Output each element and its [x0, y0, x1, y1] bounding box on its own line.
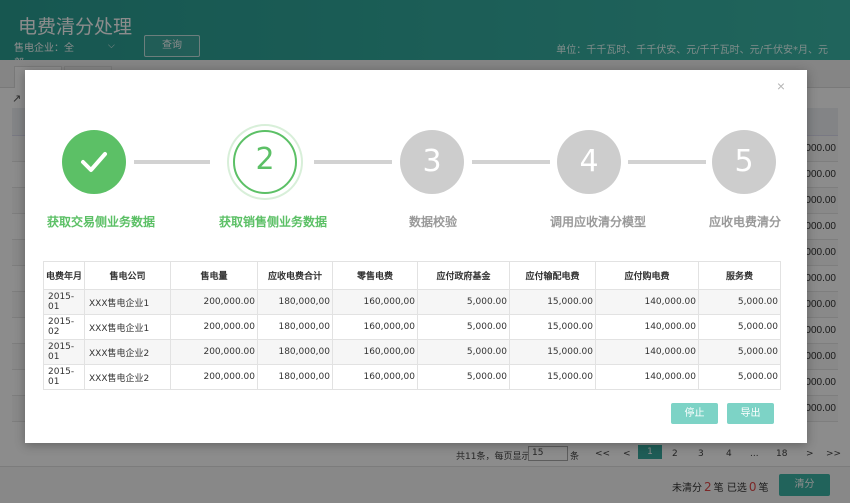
- stop-button[interactable]: 停止: [671, 403, 718, 424]
- table-cell: 140,000.00: [595, 289, 699, 315]
- table-cell: XXX售电企业2: [84, 364, 171, 390]
- table-header-cell: 电费年月: [43, 261, 85, 290]
- table-cell: 180,000,00: [257, 314, 333, 340]
- table-cell: 160,000,00: [332, 339, 418, 365]
- table-row: 2015-01 XXX售电企业2 200,000.00 180,000,00 160,0…: [43, 339, 781, 365]
- table-cell: 200,000.00: [170, 289, 258, 315]
- step-3-circle: 3: [400, 130, 464, 194]
- table-header-cell: 售电公司: [84, 261, 171, 290]
- table-cell: 140,000.00: [595, 364, 699, 390]
- table-cell: 5,000.00: [698, 339, 781, 365]
- step-2-circle: 2: [233, 130, 297, 194]
- table-cell: 2015-01: [43, 339, 85, 365]
- table-header-cell: 应付购电费: [595, 261, 699, 290]
- step-connector-2: [314, 160, 392, 164]
- table-cell: 200,000.00: [170, 364, 258, 390]
- table-cell: XXX售电企业2: [84, 339, 171, 365]
- step-4-circle: 4: [557, 130, 621, 194]
- table-cell: 2015-01: [43, 364, 85, 390]
- table-cell: 5,000.00: [698, 364, 781, 390]
- step-4-label: 调用应收清分模型: [550, 215, 647, 229]
- step-connector-1: [134, 160, 210, 164]
- billing-data-table: 电费年月 售电公司 售电量 应收电费合计 零售电费 应付政府基金 应付输配电费 应付购电费 服务…: [43, 261, 781, 390]
- table-cell: 15,000.00: [509, 364, 596, 390]
- table-cell: 200,000.00: [170, 314, 258, 340]
- table-cell: 15,000.00: [509, 289, 596, 315]
- table-cell: 5,000.00: [698, 289, 781, 315]
- table-cell: 140,000.00: [595, 339, 699, 365]
- export-button[interactable]: 导出: [727, 403, 774, 424]
- table-cell: 5,000.00: [417, 289, 510, 315]
- table-cell: 160,000,00: [332, 314, 418, 340]
- table-header-cell: 零售电费: [332, 261, 418, 290]
- step-1-label: 获取交易侧业务数据: [47, 215, 156, 229]
- table-cell: XXX售电企业1: [84, 314, 171, 340]
- table-cell: 5,000.00: [698, 314, 781, 340]
- step-connector-3: [472, 160, 550, 164]
- table-header-cell: 售电量: [170, 261, 258, 290]
- table-row: 2015-01 XXX售电企业1 200,000.00 180,000,00 160,0…: [43, 289, 781, 315]
- table-cell: 140,000.00: [595, 314, 699, 340]
- step-1-circle: [62, 130, 126, 194]
- table-cell: 180,000,00: [257, 364, 333, 390]
- table-cell: 2015-01: [43, 289, 85, 315]
- table-cell: 15,000.00: [509, 339, 596, 365]
- table-header-cell: 应收电费合计: [257, 261, 333, 290]
- table-cell: 2015-02: [43, 314, 85, 340]
- step-5-circle: 5: [712, 130, 776, 194]
- table-row: 2015-02 XXX售电企业1 200,000.00 180,000,00 160,0…: [43, 314, 781, 340]
- clearing-progress-dialog: × 获取交易侧业务数据 2 获取销售侧业务数据 3 数据校验 4 调用应收清分模…: [25, 70, 807, 443]
- table-cell: 160,000,00: [332, 289, 418, 315]
- table-header-cell: 应付政府基金: [417, 261, 510, 290]
- table-cell: 160,000,00: [332, 364, 418, 390]
- step-connector-4: [628, 160, 706, 164]
- table-cell: 5,000.00: [417, 314, 510, 340]
- table-cell: 180,000,00: [257, 289, 333, 315]
- table-header-cell: 应付输配电费: [509, 261, 596, 290]
- step-2-label: 获取销售侧业务数据: [219, 215, 328, 229]
- table-row: 2015-01 XXX售电企业2 200,000.00 180,000,00 160,0…: [43, 364, 781, 390]
- table-cell: 5,000.00: [417, 364, 510, 390]
- table-cell: 180,000,00: [257, 339, 333, 365]
- table-header-row: 电费年月 售电公司 售电量 应收电费合计 零售电费 应付政府基金 应付输配电费 应付购电费 服务…: [43, 261, 781, 290]
- table-body: 2015-01 XXX售电企业1 200,000.00 180,000,00 160,0…: [43, 289, 781, 390]
- table-cell: XXX售电企业1: [84, 289, 171, 315]
- close-icon[interactable]: ×: [777, 78, 785, 94]
- step-3-label: 数据校验: [409, 215, 458, 229]
- check-icon: [81, 152, 107, 172]
- table-cell: 5,000.00: [417, 339, 510, 365]
- table-header-cell: 服务费: [698, 261, 781, 290]
- table-cell: 200,000.00: [170, 339, 258, 365]
- step-5-label: 应收电费清分: [709, 215, 782, 229]
- table-cell: 15,000.00: [509, 314, 596, 340]
